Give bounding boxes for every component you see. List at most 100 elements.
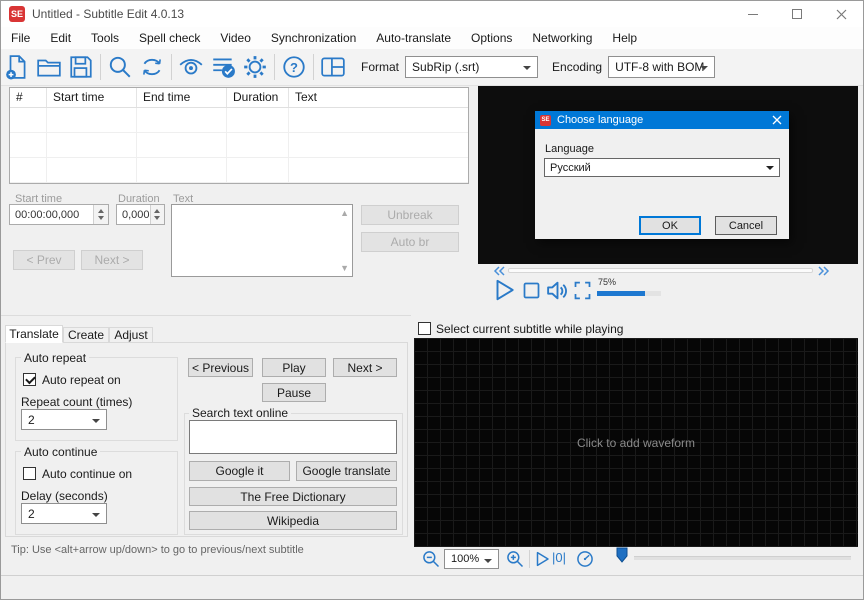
tab-adjust[interactable]: Adjust <box>109 327 153 343</box>
save-file-button[interactable] <box>65 52 97 82</box>
select-current-subtitle-label[interactable]: Select current subtitle while playing <box>436 322 623 336</box>
subtitle-text-input[interactable] <box>172 205 352 276</box>
menu-file[interactable]: File <box>1 31 40 45</box>
google-it-button[interactable]: Google it <box>189 461 290 481</box>
gear-icon <box>242 54 268 80</box>
new-file-button[interactable] <box>1 52 33 82</box>
subtitle-list-body[interactable] <box>10 108 468 183</box>
maximize-button[interactable] <box>775 1 819 27</box>
menu-spell-check[interactable]: Spell check <box>129 31 210 45</box>
column-start-time[interactable]: Start time <box>47 88 137 107</box>
seek-forward-icon[interactable] <box>817 266 830 276</box>
open-folder-icon <box>36 54 62 80</box>
subtitle-text-area[interactable]: ▲ ▼ <box>171 204 353 277</box>
help-icon: ? <box>281 54 307 80</box>
format-label: Format <box>361 60 399 74</box>
spinner-buttons[interactable] <box>93 205 108 224</box>
menu-video[interactable]: Video <box>210 31 260 45</box>
waveform-zoom-select[interactable]: 100% <box>444 549 499 569</box>
spell-check-icon <box>210 54 236 80</box>
fullscreen-button[interactable] <box>572 280 593 304</box>
next-button[interactable]: Next > <box>333 358 397 377</box>
menu-networking[interactable]: Networking <box>522 31 602 45</box>
free-dictionary-button[interactable]: The Free Dictionary <box>189 487 397 506</box>
auto-repeat-checkbox[interactable] <box>23 373 36 386</box>
subtitle-list[interactable]: # Start time End time Duration Text <box>9 87 469 184</box>
search-text-input[interactable] <box>189 420 397 454</box>
select-current-subtitle-checkbox[interactable] <box>418 322 431 335</box>
visual-sync-button[interactable] <box>175 52 207 82</box>
close-button[interactable] <box>819 1 863 27</box>
spinner-buttons[interactable] <box>150 205 164 224</box>
spell-check-button[interactable] <box>207 52 239 82</box>
play-text-button[interactable]: Play <box>262 358 326 377</box>
play-icon <box>533 550 551 568</box>
pause-button[interactable]: Pause <box>262 383 326 402</box>
seek-back-icon[interactable] <box>493 266 506 276</box>
menu-synchronization[interactable]: Synchronization <box>261 31 366 45</box>
open-file-button[interactable] <box>33 52 65 82</box>
format-select[interactable]: SubRip (.srt) <box>405 56 538 78</box>
help-button[interactable]: ? <box>278 52 310 82</box>
settings-button[interactable] <box>239 52 271 82</box>
panel-divider <box>1 315 411 316</box>
cancel-button[interactable]: Cancel <box>715 216 777 235</box>
scroll-down-icon[interactable]: ▼ <box>340 263 349 273</box>
replace-button[interactable] <box>136 52 168 82</box>
playback-speed-button[interactable] <box>575 549 595 572</box>
repeat-count-select[interactable]: 2 <box>21 409 107 430</box>
waveform-play-button[interactable] <box>533 550 551 571</box>
find-button[interactable] <box>104 52 136 82</box>
start-time-input[interactable]: 00:00:00,000 <box>9 204 109 225</box>
prev-subtitle-button[interactable]: < Prev <box>13 250 75 270</box>
ok-button[interactable]: OK <box>639 216 701 235</box>
next-subtitle-button[interactable]: Next > <box>81 250 143 270</box>
layout-button[interactable] <box>317 52 349 82</box>
auto-repeat-checkbox-label[interactable]: Auto repeat on <box>42 373 121 387</box>
tab-create[interactable]: Create <box>63 327 109 343</box>
auto-continue-checkbox[interactable] <box>23 467 36 480</box>
google-translate-button[interactable]: Google translate <box>296 461 397 481</box>
duration-input[interactable]: 0,000 <box>116 204 165 225</box>
waveform-zoom-out-button[interactable] <box>421 549 441 572</box>
go-to-zero-button[interactable]: |0| <box>552 550 566 565</box>
waveform-zoom-in-button[interactable] <box>505 549 525 572</box>
tab-translate[interactable]: Translate <box>5 325 63 343</box>
column-duration[interactable]: Duration <box>227 88 289 107</box>
play-button[interactable] <box>491 277 517 306</box>
mute-button[interactable] <box>545 278 570 306</box>
dialog-close-button[interactable] <box>772 115 782 125</box>
stop-button[interactable] <box>521 280 542 304</box>
unbreak-button[interactable]: Unbreak <box>361 205 459 225</box>
delay-select[interactable]: 2 <box>21 503 107 524</box>
column-number[interactable]: # <box>10 88 47 107</box>
waveform-position-marker[interactable] <box>615 547 629 567</box>
format-value: SubRip (.srt) <box>412 60 479 74</box>
column-text[interactable]: Text <box>289 88 468 107</box>
delay-label: Delay (seconds) <box>21 489 108 503</box>
waveform-area[interactable]: Click to add waveform <box>414 338 858 547</box>
scroll-up-icon[interactable]: ▲ <box>340 208 349 218</box>
waveform-position-slider[interactable] <box>634 556 851 560</box>
previous-button[interactable]: < Previous <box>188 358 253 377</box>
menu-edit[interactable]: Edit <box>40 31 81 45</box>
auto-continue-checkbox-label[interactable]: Auto continue on <box>42 467 132 481</box>
menu-auto-translate[interactable]: Auto-translate <box>366 31 461 45</box>
volume-slider[interactable] <box>597 291 661 296</box>
minimize-button[interactable] <box>731 1 775 27</box>
menu-tools[interactable]: Tools <box>81 31 129 45</box>
language-select[interactable]: Русский <box>544 158 780 177</box>
waveform-zoom-value: 100% <box>451 553 479 565</box>
dialog-titlebar[interactable]: SE Choose language <box>535 111 789 129</box>
encoding-select[interactable]: UTF-8 with BOM <box>608 56 715 78</box>
menu-options[interactable]: Options <box>461 31 522 45</box>
video-seekbar[interactable] <box>508 268 813 273</box>
chevron-down-icon <box>484 559 492 563</box>
wikipedia-button[interactable]: Wikipedia <box>189 511 397 530</box>
toolbar-separator <box>171 54 172 80</box>
auto-br-button[interactable]: Auto br <box>361 232 459 252</box>
menu-help[interactable]: Help <box>602 31 647 45</box>
waveform-placeholder[interactable]: Click to add waveform <box>577 436 695 450</box>
column-end-time[interactable]: End time <box>137 88 227 107</box>
grid-line <box>136 108 137 183</box>
